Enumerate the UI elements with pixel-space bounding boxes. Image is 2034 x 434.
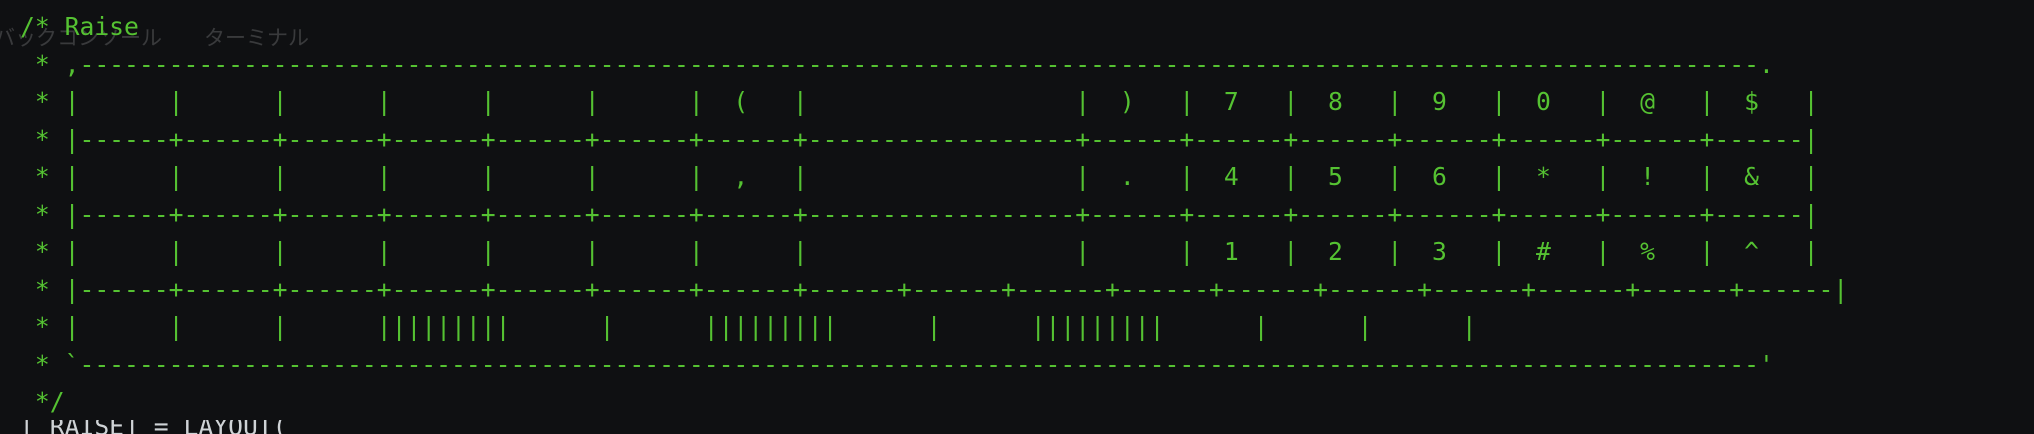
code-line-7: * | | | | | | | | | | 1 | 2 | 3 | # | % … (20, 237, 1819, 266)
code-line-12: [_RAISE] = LAYOUT( (20, 420, 288, 434)
code-line-8: * |------+------+------+------+------+--… (20, 274, 1849, 304)
code-editor[interactable]: バックコンソール ターミナル /* Raise * ,-------------… (0, 0, 2034, 434)
code-line-9: * | | | ||||||||| | ||||||||| | ||||||||… (20, 312, 1477, 341)
code-line-5: * | | | | | | | , | | . | 4 | 5 | 6 | * … (20, 162, 1819, 191)
code-line-11: */ (20, 387, 65, 416)
code-line-10: * `-------------------------------------… (20, 349, 1774, 379)
code-line-cutoff: [_RAISE] = LAYOUT( (0, 420, 288, 434)
code-line-4: * |------+------+------+------+------+--… (20, 124, 1819, 154)
code-line-1: /* Raise (20, 12, 139, 41)
code-line-2: * ,-------------------------------------… (20, 49, 1774, 79)
code-block[interactable]: /* Raise * ,----------------------------… (20, 8, 1848, 421)
code-line-3: * | | | | | | | ( | | ) | 7 | 8 | 9 | 0 … (20, 87, 1819, 116)
code-line-6: * |------+------+------+------+------+--… (20, 199, 1819, 229)
